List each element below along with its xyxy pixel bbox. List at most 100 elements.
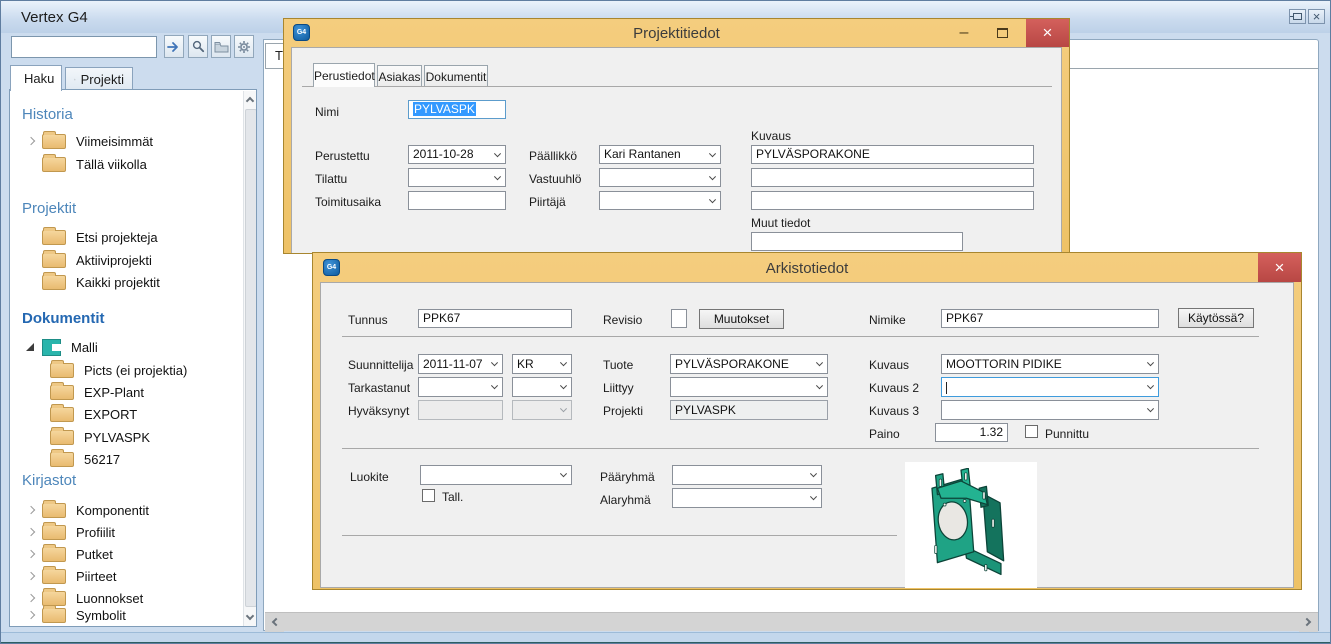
suunnittelija-date-dropdown[interactable]: 2011-11-07 bbox=[418, 354, 503, 374]
arkistotiedot-body: Tunnus PPK67 Revisio Muutokset Nimike PP… bbox=[320, 282, 1294, 588]
tab-projekti[interactable]: Projekti bbox=[65, 67, 133, 91]
tree-item-piirteet[interactable]: Piirteet bbox=[10, 565, 235, 587]
search-button[interactable] bbox=[188, 35, 208, 58]
kuvaus3-dropdown[interactable] bbox=[941, 400, 1159, 420]
tunnus-input[interactable]: PPK67 bbox=[418, 309, 572, 328]
chevron-right-icon[interactable] bbox=[24, 134, 38, 148]
kuvaus2-dropdown[interactable] bbox=[941, 377, 1159, 397]
scroll-down-icon[interactable] bbox=[246, 613, 255, 622]
kuvaus-input-2[interactable] bbox=[751, 168, 1034, 187]
chevron-down-icon bbox=[709, 196, 716, 203]
search-icon bbox=[192, 40, 205, 53]
tilattu-label: Tilattu bbox=[315, 172, 347, 186]
revisio-input[interactable] bbox=[671, 309, 687, 328]
alaryhma-dropdown[interactable] bbox=[672, 488, 822, 508]
kaytossa-button[interactable]: Käytössä? bbox=[1178, 308, 1254, 328]
chevron-right-icon[interactable] bbox=[24, 591, 38, 605]
tree-item-komponentit[interactable]: Komponentit bbox=[10, 499, 235, 521]
tree-item-export[interactable]: EXPORT bbox=[10, 403, 235, 425]
vastuuhlo-dropdown[interactable] bbox=[599, 168, 721, 187]
hyvaksynyt-date-input bbox=[418, 400, 503, 420]
chevron-down-icon bbox=[810, 470, 817, 477]
piirtaja-dropdown[interactable] bbox=[599, 191, 721, 210]
tarkastanut-initials-dropdown[interactable] bbox=[512, 377, 572, 397]
open-folder-button[interactable] bbox=[211, 35, 231, 58]
paino-input[interactable]: 1.32 bbox=[935, 423, 1008, 442]
tree-item-exp-plant[interactable]: EXP-Plant bbox=[10, 381, 235, 403]
arkistotiedot-titlebar[interactable]: G4 Arkistotiedot bbox=[313, 253, 1301, 282]
projektitiedot-body: Perustiedot Asiakas Dokumentit Nimi PYLV… bbox=[291, 47, 1062, 253]
tab-dokumentit[interactable]: Dokumentit bbox=[424, 65, 488, 87]
maximize-button[interactable] bbox=[990, 19, 1014, 47]
chevron-right-icon[interactable] bbox=[24, 608, 38, 622]
go-button[interactable] bbox=[164, 35, 184, 58]
kuvaus-input-3[interactable] bbox=[751, 191, 1034, 210]
tree-item-etsi-projekteja[interactable]: Etsi projekteja bbox=[10, 226, 235, 248]
window-close-button[interactable]: × bbox=[1308, 9, 1325, 24]
tree-heading-historia: Historia bbox=[22, 106, 73, 123]
luokite-label: Luokite bbox=[350, 470, 389, 484]
tuote-dropdown[interactable]: PYLVÄSPORAKONE bbox=[670, 354, 828, 374]
chevron-down-icon bbox=[560, 470, 567, 477]
tab-perustiedot[interactable]: Perustiedot bbox=[313, 63, 375, 87]
chevron-down-icon bbox=[1147, 359, 1154, 366]
kuvaus-dropdown[interactable]: MOOTTORIN PIDIKE bbox=[941, 354, 1159, 374]
chevron-down-icon bbox=[560, 359, 567, 366]
toimitusaika-input[interactable] bbox=[408, 191, 506, 210]
tree-item-viimeisimmat[interactable]: Viimeisimmät bbox=[10, 130, 235, 152]
dialog-close-button[interactable]: × bbox=[1258, 253, 1301, 282]
chevron-right-icon[interactable] bbox=[24, 547, 38, 561]
tree-item-putket[interactable]: Putket bbox=[10, 543, 235, 565]
folder-icon bbox=[42, 547, 66, 562]
tree-item-malli[interactable]: Malli bbox=[10, 336, 235, 358]
search-input[interactable] bbox=[11, 36, 157, 58]
muutokset-button[interactable]: Muutokset bbox=[699, 309, 784, 329]
perustettu-dropdown[interactable]: 2011-10-28 bbox=[408, 145, 506, 164]
tab-haku-label: Haku bbox=[24, 71, 54, 86]
chevron-right-icon[interactable] bbox=[24, 525, 38, 539]
liittyy-dropdown[interactable] bbox=[670, 377, 828, 397]
tree-item-profiilit[interactable]: Profiilit bbox=[10, 521, 235, 543]
scrollbar-thumb[interactable] bbox=[245, 109, 257, 607]
arkistotiedot-dialog: G4 Arkistotiedot × Tunnus PPK67 Revisio … bbox=[313, 253, 1301, 589]
chevron-right-icon[interactable] bbox=[24, 503, 38, 517]
paaryhma-dropdown[interactable] bbox=[672, 465, 822, 485]
triangle-expanded-icon[interactable] bbox=[24, 340, 38, 354]
tree-item-symbolit[interactable]: Symbolit bbox=[10, 604, 235, 626]
scroll-right-icon[interactable] bbox=[1299, 613, 1318, 632]
scroll-up-icon[interactable] bbox=[246, 95, 255, 104]
suunnittelija-initials-dropdown[interactable]: KR bbox=[512, 354, 572, 374]
tree-item-aktiiviprojekti[interactable]: Aktiiviprojekti bbox=[10, 249, 235, 271]
tilattu-dropdown[interactable] bbox=[408, 168, 506, 187]
punnittu-checkbox[interactable] bbox=[1025, 425, 1038, 438]
tab-haku[interactable]: Haku bbox=[10, 65, 62, 91]
tab-asiakas[interactable]: Asiakas bbox=[377, 65, 422, 87]
paallikko-dropdown[interactable]: Kari Rantanen bbox=[599, 145, 721, 164]
tree-item-pylvaspk[interactable]: PYLVASPK bbox=[10, 426, 235, 448]
tarkastanut-date-dropdown[interactable] bbox=[418, 377, 503, 397]
tree-item-56217[interactable]: 56217 bbox=[10, 448, 235, 470]
nimike-label: Nimike bbox=[869, 313, 906, 327]
horizontal-scrollbar[interactable] bbox=[265, 612, 1318, 631]
projektitiedot-dialog: G4 Projektitiedot – × Perustiedot Asiaka… bbox=[284, 19, 1069, 253]
tall-checkbox[interactable] bbox=[422, 489, 435, 502]
tree-item-talla-viikolla[interactable]: Tällä viikolla bbox=[10, 153, 235, 175]
tree-item-kaikki-projektit[interactable]: Kaikki projektit bbox=[10, 271, 235, 293]
folder-icon bbox=[42, 608, 66, 623]
kuvaus-input-1[interactable]: PYLVÄSPORAKONE bbox=[751, 145, 1034, 164]
paallikko-label: Päällikkö bbox=[529, 149, 577, 163]
minimize-button[interactable]: – bbox=[952, 19, 976, 47]
nimi-input[interactable]: PYLVASPK bbox=[408, 100, 506, 119]
nimike-input[interactable]: PPK67 bbox=[941, 309, 1159, 328]
tab-projekti-label: Projekti bbox=[81, 72, 124, 87]
luokite-dropdown[interactable] bbox=[420, 465, 572, 485]
dialog-close-button[interactable]: × bbox=[1026, 19, 1069, 47]
gear-icon bbox=[237, 40, 251, 54]
scroll-left-icon[interactable] bbox=[265, 613, 284, 632]
chevron-right-icon[interactable] bbox=[24, 569, 38, 583]
settings-button[interactable] bbox=[234, 35, 254, 58]
tree-item-picts[interactable]: Picts (ei projektia) bbox=[10, 359, 235, 381]
muut-tiedot-input-1[interactable] bbox=[751, 232, 963, 251]
tree-scrollbar[interactable] bbox=[243, 91, 257, 626]
pin-button[interactable] bbox=[1289, 9, 1306, 24]
